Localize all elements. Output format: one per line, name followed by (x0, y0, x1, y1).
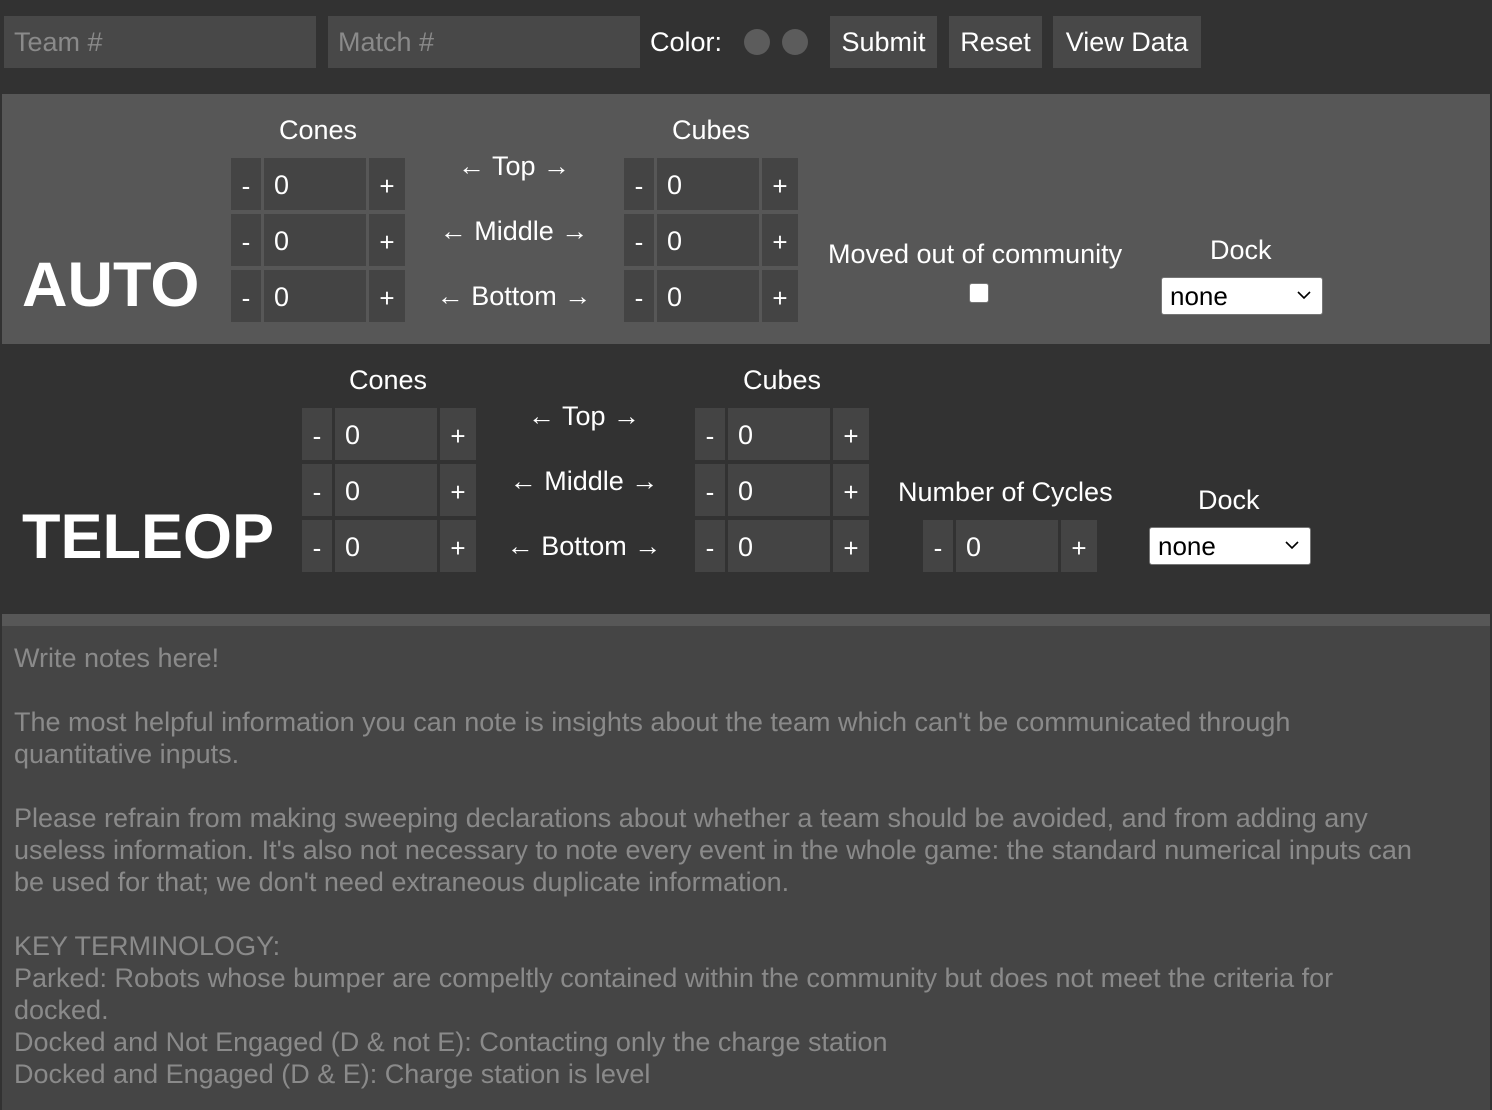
auto-row-label-top: ← Top → (457, 151, 571, 181)
decrement-button[interactable]: - (624, 270, 654, 322)
decrement-button[interactable]: - (302, 408, 332, 460)
cycles-value[interactable]: 0 (956, 520, 1058, 572)
decrement-button[interactable]: - (231, 158, 261, 210)
increment-button[interactable]: + (369, 158, 405, 210)
teleop-cubes-middle-value[interactable]: 0 (728, 464, 830, 516)
decrement-button[interactable]: - (695, 464, 725, 516)
color-label: Color: (650, 27, 723, 57)
decrement-button[interactable]: - (302, 464, 332, 516)
auto-row-label-bottom: ← Bottom → (436, 281, 592, 311)
auto-cubes-top-value[interactable]: 0 (657, 158, 759, 210)
increment-button[interactable]: + (833, 464, 869, 516)
auto-cubes-top-stepper: - 0 + (624, 158, 798, 210)
increment-button[interactable]: + (833, 520, 869, 572)
teleop-cubes-middle-stepper: - 0 + (695, 464, 869, 516)
auto-cones-bottom-value[interactable]: 0 (264, 270, 366, 322)
auto-title: AUTO (22, 250, 200, 320)
auto-cubes-bottom-stepper: - 0 + (624, 270, 798, 322)
match-number-input[interactable] (328, 16, 640, 68)
auto-dock-value: none (1170, 281, 1228, 311)
teleop-cones-bottom-value[interactable]: 0 (335, 520, 437, 572)
increment-button[interactable]: + (440, 408, 476, 460)
submit-button[interactable]: Submit (830, 16, 937, 68)
auto-cones-header: Cones (278, 115, 358, 145)
reset-button[interactable]: Reset (949, 16, 1042, 68)
increment-button[interactable]: + (833, 408, 869, 460)
increment-button[interactable]: + (762, 214, 798, 266)
increment-button[interactable]: + (369, 214, 405, 266)
teleop-cones-header: Cones (348, 365, 428, 395)
decrement-button[interactable]: - (923, 520, 953, 572)
auto-cubes-middle-value[interactable]: 0 (657, 214, 759, 266)
auto-cones-bottom-stepper: - 0 + (231, 270, 405, 322)
notes-textarea[interactable]: Write notes here! The most helpful infor… (2, 614, 1490, 1110)
cycles-label: Number of Cycles (898, 477, 1113, 507)
teleop-dock-value: none (1158, 531, 1216, 561)
chevron-down-icon (1285, 541, 1299, 550)
decrement-button[interactable]: - (624, 214, 654, 266)
decrement-button[interactable]: - (624, 158, 654, 210)
decrement-button[interactable]: - (695, 520, 725, 572)
teleop-cones-middle-value[interactable]: 0 (335, 464, 437, 516)
increment-button[interactable]: + (762, 270, 798, 322)
decrement-button[interactable]: - (231, 214, 261, 266)
increment-button[interactable]: + (440, 520, 476, 572)
cycles-stepper: - 0 + (923, 520, 1097, 572)
teleop-cubes-header: Cubes (742, 365, 822, 395)
auto-cones-middle-value[interactable]: 0 (264, 214, 366, 266)
teleop-dock-select[interactable]: none (1149, 527, 1311, 565)
auto-dock-select[interactable]: none (1161, 277, 1323, 315)
auto-row-label-middle: ← Middle → (439, 216, 589, 246)
increment-button[interactable]: + (1061, 520, 1097, 572)
teleop-dock-label: Dock (1198, 485, 1260, 515)
color-option-1[interactable] (744, 29, 770, 55)
teleop-cones-bottom-stepper: - 0 + (302, 520, 476, 572)
teleop-cubes-bottom-stepper: - 0 + (695, 520, 869, 572)
teleop-row-label-bottom: ← Bottom → (506, 531, 662, 561)
auto-cones-top-stepper: - 0 + (231, 158, 405, 210)
teleop-row-label-top: ← Top → (527, 401, 641, 431)
increment-button[interactable]: + (762, 158, 798, 210)
moved-out-label: Moved out of community (828, 239, 1123, 269)
increment-button[interactable]: + (369, 270, 405, 322)
teleop-section: TELEOP Cones Cubes ← Top → ← Middle → ← … (0, 344, 1492, 614)
decrement-button[interactable]: - (231, 270, 261, 322)
auto-cones-top-value[interactable]: 0 (264, 158, 366, 210)
moved-out-checkbox[interactable] (969, 283, 989, 303)
auto-cubes-bottom-value[interactable]: 0 (657, 270, 759, 322)
top-bar: Color: Submit Reset View Data (0, 0, 1492, 94)
teleop-cones-top-value[interactable]: 0 (335, 408, 437, 460)
teleop-cubes-top-value[interactable]: 0 (728, 408, 830, 460)
teleop-cones-middle-stepper: - 0 + (302, 464, 476, 516)
teleop-title: TELEOP (22, 502, 275, 572)
view-data-button[interactable]: View Data (1053, 16, 1201, 68)
auto-dock-label: Dock (1210, 235, 1272, 265)
teleop-cubes-bottom-value[interactable]: 0 (728, 520, 830, 572)
auto-cones-middle-stepper: - 0 + (231, 214, 405, 266)
team-number-input[interactable] (4, 16, 316, 68)
increment-button[interactable]: + (440, 464, 476, 516)
decrement-button[interactable]: - (695, 408, 725, 460)
color-option-2[interactable] (782, 29, 808, 55)
auto-cubes-header: Cubes (671, 115, 751, 145)
teleop-row-label-middle: ← Middle → (509, 466, 659, 496)
chevron-down-icon (1297, 291, 1311, 300)
auto-section: AUTO Cones Cubes ← Top → ← Middle → ← Bo… (2, 94, 1490, 344)
teleop-cubes-top-stepper: - 0 + (695, 408, 869, 460)
teleop-cones-top-stepper: - 0 + (302, 408, 476, 460)
auto-cubes-middle-stepper: - 0 + (624, 214, 798, 266)
decrement-button[interactable]: - (302, 520, 332, 572)
